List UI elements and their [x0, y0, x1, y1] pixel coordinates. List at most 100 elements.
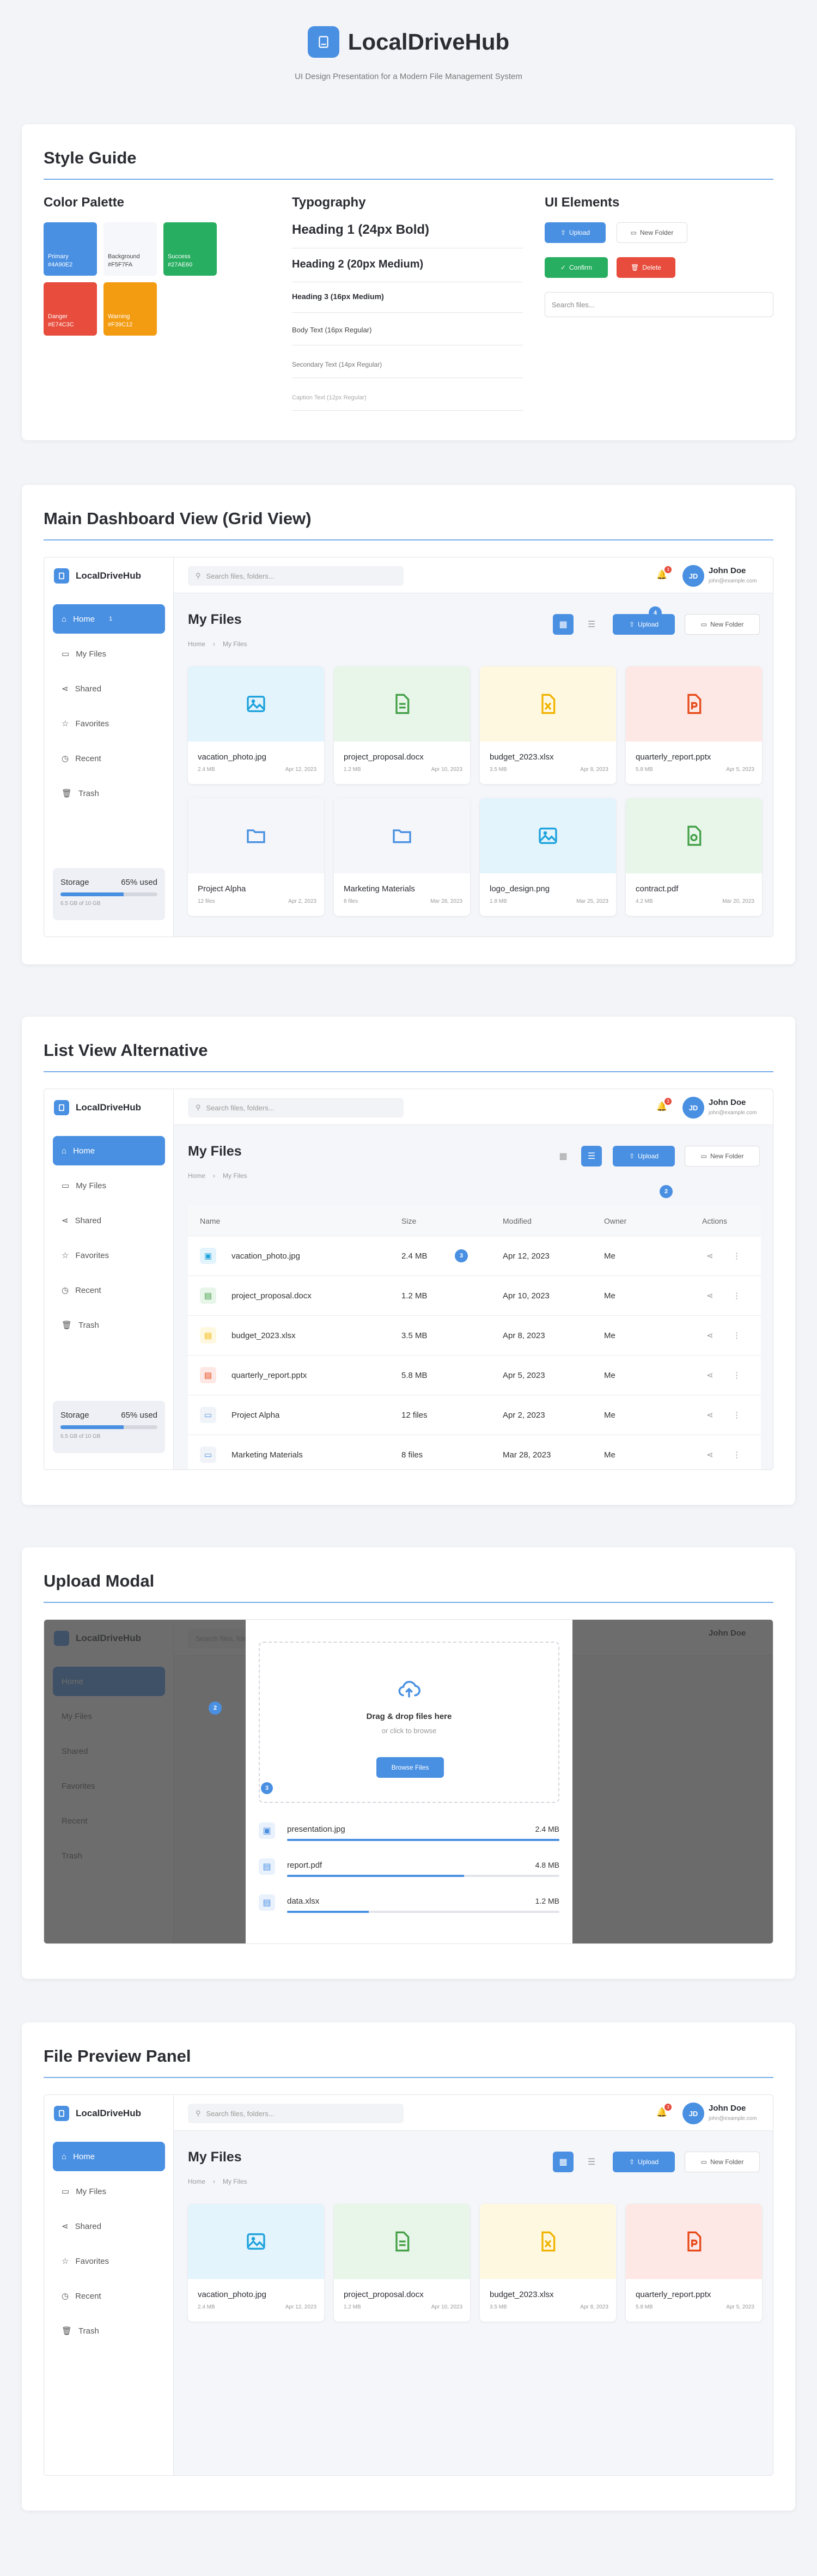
file-card[interactable]: project_proposal.docx 1.2 MB Apr 10, 2023 — [334, 2204, 470, 2322]
new-folder-button[interactable]: ▭ New Folder — [617, 222, 687, 243]
logo-icon — [54, 568, 69, 584]
image-icon — [188, 2204, 324, 2279]
table-header: Name Size Modified Owner Actions — [188, 1206, 761, 1236]
share-icon[interactable]: ⋖ — [706, 1435, 714, 1469]
table-row[interactable]: ▤ quarterly_report.pptx 5.8 MB Apr 5, 2023 M… — [188, 1356, 761, 1395]
sidebar-item-recent[interactable]: ◷ Recent — [53, 744, 165, 773]
file-card[interactable]: budget_2023.xlsx 3.5 MB Apr 8, 2023 — [480, 2204, 616, 2322]
swatch-warning: Warning #F39C12 — [103, 282, 157, 336]
browse-files-button[interactable]: Browse Files — [376, 1757, 444, 1778]
table-row[interactable]: ▭ Project Alpha 12 files Apr 2, 2023 Me ⋖ ⋮ — [188, 1395, 761, 1435]
upload-item: ▤ report.pdf 4.8 MB — [259, 1858, 559, 1882]
sidebar: LocalDriveHub ⌂ Home ▭ My Files ⋖ Shared ☆ F… — [44, 1089, 174, 1469]
file-card[interactable]: project_proposal.docx 1.2 MB Apr 10, 2023 — [334, 666, 470, 784]
app-window: LocalDriveHub ⌂ Home ▭ My Files ⋖ Shared ☆ F… — [44, 2094, 773, 2476]
image-icon — [480, 798, 616, 873]
search-input[interactable]: ⚲ Search files, folders... — [188, 566, 404, 586]
list-view-button[interactable]: ☰ — [581, 2152, 602, 2172]
bell-icon[interactable]: 🔔 3 — [656, 1098, 672, 1112]
sidebar-item-my-files[interactable]: ▭ My Files — [53, 639, 165, 669]
grid-view-button[interactable]: ▦ — [553, 2152, 574, 2172]
file-card[interactable]: quarterly_report.pptx 5.8 MB Apr 5, 2023 — [626, 2204, 762, 2322]
more-icon[interactable]: ⋮ — [733, 1276, 741, 1316]
share-icon[interactable]: ⋖ — [706, 1356, 714, 1395]
main-title: My Files — [188, 2149, 242, 2165]
file-card[interactable]: Project Alpha 12 files Apr 2, 2023 — [188, 798, 324, 916]
sidebar-item-recent[interactable]: ◷ Recent — [53, 2281, 165, 2311]
folder-icon: ▭ — [62, 649, 70, 659]
trash-icon: 🗑 — [62, 1321, 72, 1330]
list-view-button[interactable]: ☰ — [581, 1146, 602, 1167]
table-row[interactable]: ▣ vacation_photo.jpg 2.4 MB Apr 12, 2023 Me ⋖… — [188, 1236, 761, 1276]
avatar[interactable]: JD — [682, 565, 704, 587]
share-icon[interactable]: ⋖ — [706, 1395, 714, 1435]
delete-button[interactable]: 🗑 Delete — [617, 257, 675, 278]
breadcrumb: Home › My Files — [188, 1172, 247, 1180]
sidebar-item-shared[interactable]: ⋖ Shared — [53, 2212, 165, 2241]
sidebar-item-favorites[interactable]: ☆ Favorites — [53, 1241, 165, 1270]
bell-icon[interactable]: 🔔 3 — [656, 566, 672, 580]
table-row[interactable]: ▭ Marketing Materials 8 files Mar 28, 2023 M… — [188, 1435, 761, 1469]
file-card[interactable]: vacation_photo.jpg 2.4 MB Apr 12, 2023 — [188, 2204, 324, 2322]
notification-badge: 3 — [664, 1098, 672, 1105]
file-card[interactable]: quarterly_report.pptx 5.8 MB Apr 5, 2023 — [626, 666, 762, 784]
more-icon[interactable]: ⋮ — [733, 1435, 741, 1469]
sidebar-item-favorites[interactable]: ☆ Favorites — [53, 2246, 165, 2276]
file-card[interactable]: contract.pdf 4.2 MB Mar 20, 2023 — [626, 798, 762, 916]
search-input[interactable]: Search files... — [545, 292, 773, 317]
search-input[interactable]: ⚲ Search files, folders... — [188, 2104, 404, 2123]
share-icon[interactable]: ⋖ — [706, 1276, 714, 1316]
sidebar-item-trash[interactable]: 🗑 Trash — [53, 779, 165, 808]
file-card[interactable]: vacation_photo.jpg 2.4 MB Apr 12, 2023 — [188, 666, 324, 784]
drop-zone[interactable]: Drag & drop files here or click to brows… — [259, 1642, 559, 1803]
sidebar-item-recent[interactable]: ◷ Recent — [53, 1275, 165, 1305]
file-card[interactable]: Marketing Materials 8 files Mar 28, 2023 — [334, 798, 470, 916]
grid-view-button[interactable]: ▦ — [553, 1146, 574, 1167]
sidebar-item-home[interactable]: ⌂ Home — [53, 2142, 165, 2171]
bell-icon[interactable]: 🔔 3 — [656, 2104, 672, 2118]
share-icon[interactable]: ⋖ — [706, 1236, 714, 1276]
clock-icon: ◷ — [62, 1286, 69, 1295]
page-header: LocalDriveHub UI Design Presentation for… — [0, 26, 817, 81]
share-icon[interactable]: ⋖ — [706, 1316, 714, 1356]
more-icon[interactable]: ⋮ — [733, 1316, 741, 1356]
more-icon[interactable]: ⋮ — [733, 1236, 741, 1276]
check-icon: ✓ — [560, 264, 566, 271]
table-row[interactable]: ▤ budget_2023.xlsx 3.5 MB Apr 8, 2023 Me ⋖ ⋮ — [188, 1316, 761, 1356]
sidebar-item-shared[interactable]: ⋖ Shared — [53, 674, 165, 703]
upload-icon: ⇧ — [629, 621, 635, 628]
brand: LocalDriveHub — [54, 2106, 141, 2121]
notification-badge: 3 — [664, 2104, 672, 2111]
sidebar-item-favorites[interactable]: ☆ Favorites — [53, 709, 165, 738]
table-row[interactable]: ▤ project_proposal.docx 1.2 MB Apr 10, 2023… — [188, 1276, 761, 1316]
page-title: LocalDriveHub — [347, 29, 510, 54]
new-folder-button[interactable]: ▭ New Folder — [685, 614, 760, 635]
step-badge: 3 — [455, 1249, 468, 1262]
more-icon[interactable]: ⋮ — [733, 1395, 741, 1435]
user-email: john@example.com — [709, 578, 757, 584]
sidebar-item-my-files[interactable]: ▭ My Files — [53, 1171, 165, 1200]
sidebar-item-home[interactable]: ⌂ Home — [53, 1136, 165, 1165]
upload-button[interactable]: ⇧ Upload — [613, 2152, 675, 2172]
list-view-button[interactable]: ☰ — [581, 614, 602, 635]
sidebar-item-shared[interactable]: ⋖ Shared — [53, 1206, 165, 1235]
typo-secondary: Secondary Text (14px Regular) — [292, 361, 523, 378]
file-card[interactable]: budget_2023.xlsx 3.5 MB Apr 8, 2023 — [480, 666, 616, 784]
file-card[interactable]: logo_design.png 1.8 MB Mar 25, 2023 — [480, 798, 616, 916]
avatar[interactable]: JD — [682, 1097, 704, 1119]
sidebar-item-trash[interactable]: 🗑 Trash — [53, 1310, 165, 1340]
upload-button[interactable]: ⇧ Upload — [613, 614, 675, 635]
page-subtitle: UI Design Presentation for a Modern File… — [295, 72, 522, 81]
sidebar-item-home[interactable]: ⌂ Home 1 — [53, 604, 165, 634]
new-folder-button[interactable]: ▭ New Folder — [685, 2152, 760, 2172]
more-icon[interactable]: ⋮ — [733, 1356, 741, 1395]
upload-button[interactable]: ⇧ Upload — [613, 1146, 675, 1167]
new-folder-button[interactable]: ▭ New Folder — [685, 1146, 760, 1167]
search-input[interactable]: ⚲ Search files, folders... — [188, 1098, 404, 1117]
sidebar-item-my-files[interactable]: ▭ My Files — [53, 2177, 165, 2206]
avatar[interactable]: JD — [682, 2103, 704, 2124]
sidebar-item-trash[interactable]: 🗑 Trash — [53, 2316, 165, 2346]
grid-view-button[interactable]: ▦ — [553, 614, 574, 635]
confirm-button[interactable]: ✓ Confirm — [545, 257, 608, 278]
upload-button[interactable]: ⇧ Upload — [545, 222, 606, 243]
